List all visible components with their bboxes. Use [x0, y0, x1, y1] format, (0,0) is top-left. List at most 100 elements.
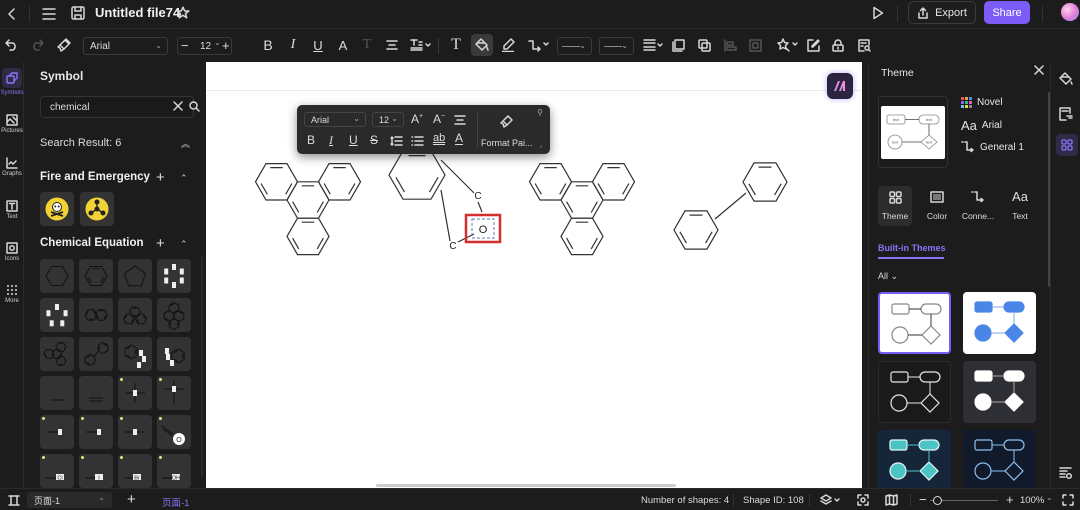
map-view-icon[interactable] [885, 494, 898, 506]
rail-graphs[interactable]: Graphs [0, 157, 24, 177]
add-page-button[interactable]: + [127, 491, 136, 508]
symbol-carbon-cross-2[interactable] [157, 376, 191, 410]
symbol-pentagon-atoms[interactable] [40, 298, 74, 332]
fmt-font-family-select[interactable]: Arial ⌄ [304, 112, 366, 127]
symbol-bond-i[interactable]: I [79, 454, 113, 488]
page-select[interactable]: 页面-1 ⌄ [27, 492, 112, 508]
symbol-double-bond[interactable] [79, 376, 113, 410]
tab-color[interactable]: Color [920, 186, 954, 226]
save-button[interactable] [70, 5, 86, 21]
export-button[interactable]: Export [908, 1, 976, 24]
file-title[interactable]: Untitled file74 [95, 5, 180, 20]
line-color-button[interactable] [501, 38, 515, 52]
symbol-single-bond[interactable] [40, 376, 74, 410]
rail-pictures[interactable]: Pictures [0, 114, 24, 134]
symbol-bond-f[interactable] [79, 415, 113, 449]
format-painter-icon[interactable] [500, 114, 514, 128]
text-spacing-button[interactable] [410, 38, 432, 52]
rail-more[interactable]: More [0, 284, 24, 304]
line-style-select[interactable]: ⌄ [557, 37, 592, 55]
italic-button[interactable]: I [286, 37, 300, 53]
search-icon[interactable] [189, 101, 200, 112]
shape-triphenylene-2[interactable] [528, 163, 636, 256]
font-color-button[interactable]: A [336, 37, 350, 53]
theme-card-outline-dark[interactable] [878, 361, 951, 423]
format-painter-label[interactable]: Format Pai... [481, 138, 533, 148]
font-size-value[interactable]: 12 [200, 41, 211, 52]
text-style-button[interactable]: T [360, 37, 374, 53]
align-left-button[interactable] [723, 38, 737, 52]
line-weight-select[interactable]: ⌄ [599, 37, 634, 55]
text-tool-button[interactable]: T [448, 36, 464, 53]
bullet-list-icon[interactable] [411, 136, 424, 146]
current-theme-preview[interactable]: text text text text [878, 96, 948, 168]
theme-connector[interactable]: General 1 [961, 141, 1024, 153]
symbol-indane-reversed[interactable] [157, 337, 191, 371]
fmt-underline-button[interactable]: U [349, 133, 358, 147]
theme-card-teal-filled-navy[interactable] [878, 430, 951, 492]
fullscreen-icon[interactable] [1062, 494, 1074, 506]
add-category-button-2[interactable]: + [156, 236, 165, 251]
fmt-italic-button[interactable]: I [329, 133, 333, 148]
text-highlight-button[interactable]: ab [433, 132, 446, 145]
format-painter-button[interactable] [57, 38, 71, 52]
zoom-slider-thumb[interactable] [933, 496, 942, 505]
text-align-icon[interactable] [454, 115, 466, 125]
zoom-level[interactable]: 100% [1020, 495, 1044, 506]
font-family-select[interactable]: Arial ⌄ [83, 37, 168, 55]
menu-button[interactable] [41, 6, 57, 22]
user-avatar[interactable] [1061, 3, 1079, 21]
symbol-biphenyl[interactable] [79, 337, 113, 371]
symbol-bond-cl[interactable]: Cl [40, 454, 74, 488]
rail-text[interactable]: Text [0, 200, 24, 220]
symbol-pyrene[interactable] [157, 298, 191, 332]
symbol-radiation-hazard[interactable] [80, 192, 114, 226]
symbol-indane[interactable] [118, 337, 152, 371]
group-button[interactable] [748, 38, 762, 52]
redo-button[interactable] [30, 38, 44, 52]
connector-style-button[interactable] [528, 38, 550, 52]
theme-color-scheme[interactable]: Novel [961, 97, 1003, 108]
layers-icon[interactable] [820, 494, 842, 506]
focus-mode-icon[interactable] [857, 494, 869, 506]
collapse-chevron-icon[interactable]: ⌃ [180, 173, 188, 184]
ai-magic-button[interactable] [777, 38, 799, 52]
zoom-dropdown-icon[interactable]: ⌄ [1046, 493, 1053, 502]
tab-text[interactable]: Aa Text [1003, 186, 1037, 226]
fmt-font-color-button[interactable]: A [455, 132, 464, 145]
increase-font-icon[interactable]: A+ [411, 112, 423, 126]
underline-button[interactable]: U [311, 37, 325, 53]
add-category-button[interactable]: + [156, 170, 165, 185]
fmt-bold-button[interactable]: B [307, 133, 315, 147]
symbol-bond-br[interactable]: Br [118, 454, 152, 488]
favorite-button[interactable] [175, 5, 191, 21]
category-chemical-equation[interactable]: Chemical Equation [40, 237, 144, 249]
zoom-in-button[interactable]: + [1006, 492, 1014, 507]
tab-connector[interactable]: Conne... [959, 186, 997, 226]
theme-panel-toggle[interactable] [1056, 134, 1078, 156]
fill-style-icon[interactable] [1059, 72, 1073, 86]
panel-settings-icon[interactable] [1059, 466, 1073, 480]
bold-button[interactable]: B [261, 37, 275, 53]
increase-font-button[interactable]: + [222, 38, 230, 53]
theme-card-outline-light[interactable] [878, 292, 951, 354]
fill-button[interactable] [471, 34, 493, 56]
zoom-out-button[interactable]: − [919, 492, 927, 507]
collapse-all-icon[interactable]: ︽ [181, 137, 190, 150]
close-icon[interactable] [1034, 65, 1044, 75]
page-layout-icon[interactable] [8, 495, 20, 506]
theme-card-white-filled-dark[interactable] [963, 361, 1036, 423]
theme-card-blue-filled-light[interactable] [963, 292, 1036, 354]
symbol-bond-h[interactable] [40, 415, 74, 449]
shape-triphenylene-1[interactable] [254, 163, 362, 256]
category-fire-emergency[interactable]: Fire and Emergency [40, 171, 150, 183]
send-back-button[interactable] [697, 38, 711, 52]
symbol-bond-o-circle[interactable]: O [157, 415, 191, 449]
symbol-triphenylene[interactable] [40, 337, 74, 371]
rail-symbols[interactable]: Symbols [0, 68, 24, 96]
arrange-button[interactable] [643, 38, 665, 52]
shape-indane-oxygen[interactable]: C C O [388, 150, 502, 252]
decrease-font-icon[interactable]: A− [433, 112, 445, 126]
find-button[interactable] [857, 38, 871, 52]
symbol-search-input[interactable]: chemical [40, 96, 200, 118]
